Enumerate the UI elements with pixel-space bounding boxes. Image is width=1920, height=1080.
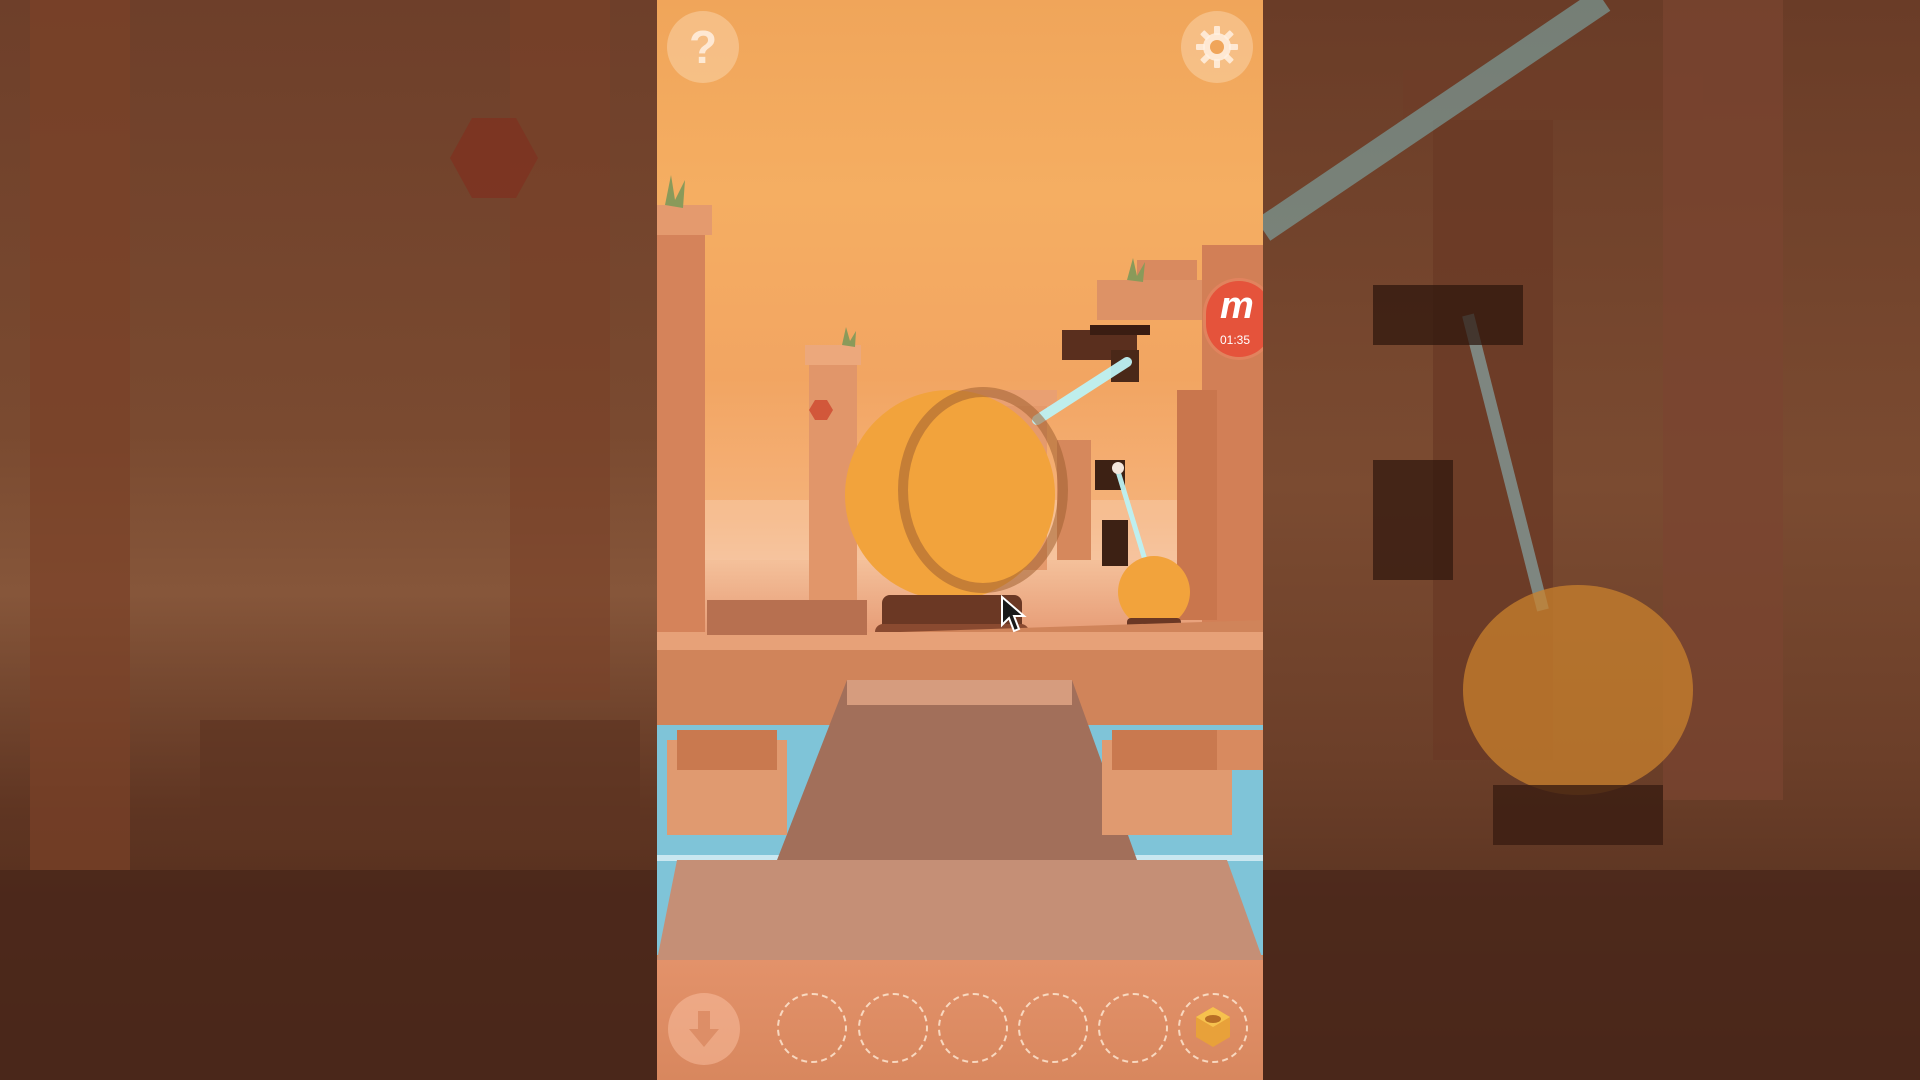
question-mark-icon: ? (688, 21, 718, 73)
recorder-badge[interactable]: m 01:35 (1206, 281, 1263, 357)
right-backdrop (1263, 0, 1920, 1080)
game-scene[interactable] (657, 0, 1263, 1080)
small-orb (1118, 556, 1190, 628)
inventory-slot-1[interactable] (777, 993, 847, 1063)
left-pillar (657, 215, 705, 675)
inventory-slot-3[interactable] (938, 993, 1008, 1063)
arrow-down-icon (689, 1011, 719, 1047)
inventory-slot-4[interactable] (1018, 993, 1088, 1063)
help-button[interactable]: ? (667, 11, 739, 83)
recording-timer: 01:35 (1220, 333, 1251, 347)
hexagon-nut-icon (1196, 1007, 1230, 1047)
recorder-logo: m (1220, 285, 1254, 327)
gear-icon (1196, 26, 1238, 68)
inventory-slot-2[interactable] (858, 993, 928, 1063)
left-backdrop (0, 0, 657, 1080)
inventory-bar (657, 960, 1263, 1080)
laser-beam-backdrop (1263, 0, 1693, 845)
game-viewport[interactable]: ? m 01:35 (657, 0, 1263, 1080)
settings-button[interactable] (1181, 11, 1253, 83)
inventory-slot-5[interactable] (1098, 993, 1168, 1063)
right-tower (1137, 260, 1197, 280)
inventory-slot-6[interactable] (1178, 993, 1248, 1063)
mouse-cursor-icon (1001, 595, 1027, 633)
back-down-button[interactable] (668, 993, 740, 1065)
